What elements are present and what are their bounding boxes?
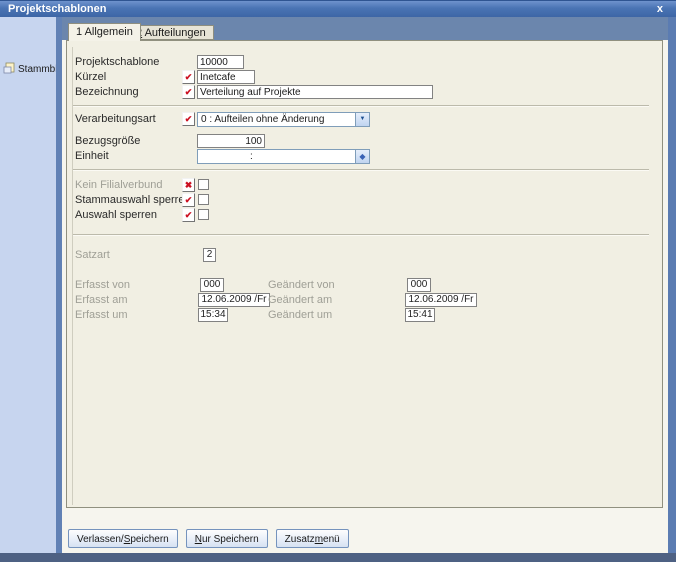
form-panel: Projektschablone Kürzel ✔ Bezeichnung ✔ … xyxy=(66,40,663,508)
bezugsgroesse-label: Bezugsgröße xyxy=(75,135,141,147)
kein-filialverbund-label: Kein Filialverbund xyxy=(75,179,163,191)
satzart-label: Satzart xyxy=(75,249,110,261)
edit-check-icon[interactable]: ✔ xyxy=(182,208,195,222)
kuerzel-label: Kürzel xyxy=(75,71,107,83)
close-icon[interactable]: x xyxy=(654,1,666,17)
geaendert-von-value-box: 000 xyxy=(407,278,431,292)
field-row-satzart: Satzart 2 xyxy=(67,248,662,263)
erfasst-um-label: Erfasst um xyxy=(75,309,128,321)
field-row-erfasst-um: Erfasst um 15:34 Geändert um 15:41 xyxy=(67,308,662,323)
erfasst-um-value-box: 15:34 xyxy=(198,308,228,322)
erfasst-am-label: Erfasst am xyxy=(75,294,128,306)
field-row-kein-filialverbund: Kein Filialverbund ✖ xyxy=(67,178,662,193)
projektschablone-input[interactable] xyxy=(197,55,244,69)
field-row-bezugsgroesse: Bezugsgröße xyxy=(67,134,662,149)
bezeichnung-label: Bezeichnung xyxy=(75,86,139,98)
field-row-erfasst-von: Erfasst von 000 Geändert von 000 xyxy=(67,278,662,293)
bezugsgroesse-input[interactable] xyxy=(197,134,265,148)
field-row-einheit: Einheit : ◆ xyxy=(67,149,662,164)
field-row-verarbeitungsart: Verarbeitungsart ✔ 0 : Aufteilen ohne Än… xyxy=(67,112,662,127)
einheit-value: : xyxy=(250,151,253,162)
einheit-lookup-field[interactable]: : ◆ xyxy=(197,149,370,164)
separator xyxy=(73,169,649,171)
tab-strip: 1 Allgemein 2 Aufteilungen xyxy=(62,17,668,41)
bezeichnung-input[interactable] xyxy=(197,85,433,99)
nur-speichern-button[interactable]: Nur Speichern xyxy=(185,529,268,548)
edit-check-icon[interactable]: ✔ xyxy=(182,112,195,126)
field-row-kuerzel: Kürzel ✔ xyxy=(67,70,662,85)
separator xyxy=(73,234,649,236)
geaendert-um-value-box: 15:41 xyxy=(405,308,435,322)
satzart-value-box: 2 xyxy=(203,248,216,262)
verarbeitungsart-label: Verarbeitungsart xyxy=(75,113,156,125)
edit-cross-icon[interactable]: ✖ xyxy=(182,178,195,192)
separator xyxy=(73,105,649,107)
sheet-icon xyxy=(3,62,15,77)
verarbeitungsart-value: 0 : Aufteilen ohne Änderung xyxy=(201,114,325,125)
sidebar: Stammblatt xyxy=(0,17,69,553)
kuerzel-input[interactable] xyxy=(197,70,255,84)
window-right-border xyxy=(668,17,676,553)
verlassen-speichern-button[interactable]: Verlassen/Speichern xyxy=(68,529,178,548)
einheit-label: Einheit xyxy=(75,150,109,162)
erfasst-von-value-box: 000 xyxy=(200,278,224,292)
field-row-erfasst-am: Erfasst am 12.06.2009 /Fr Geändert am 12… xyxy=(67,293,662,308)
edit-check-icon[interactable]: ✔ xyxy=(182,85,195,99)
geaendert-am-label: Geändert am xyxy=(268,294,333,306)
dropdown-button[interactable]: ▼ xyxy=(355,113,369,126)
lookup-button[interactable]: ◆ xyxy=(355,150,369,163)
projektschablone-label: Projektschablone xyxy=(75,56,160,68)
zusatzmenu-button[interactable]: Zusatzmenü xyxy=(275,529,349,548)
edit-check-icon[interactable]: ✔ xyxy=(182,193,195,207)
chevron-down-icon: ▼ xyxy=(359,116,366,122)
verarbeitungsart-dropdown[interactable]: 0 : Aufteilen ohne Änderung ▼ xyxy=(197,112,370,127)
stammauswahl-sperren-label: Stammauswahl sperren xyxy=(75,194,191,206)
lookup-diamond-icon: ◆ xyxy=(359,152,366,161)
stammauswahl-sperren-checkbox[interactable] xyxy=(198,194,209,205)
field-row-auswahl-sperren: Auswahl sperren ✔ xyxy=(67,208,662,223)
field-row-stammauswahl-sperren: Stammauswahl sperren ✔ xyxy=(67,193,662,208)
edit-check-icon[interactable]: ✔ xyxy=(182,70,195,84)
geaendert-von-label: Geändert von xyxy=(268,279,335,291)
projektschablonen-window: Projektschablonen x Stammblatt 1 Allgeme… xyxy=(0,0,676,562)
erfasst-am-value-box: 12.06.2009 /Fr xyxy=(198,293,270,307)
geaendert-am-value-box: 12.06.2009 /Fr xyxy=(405,293,477,307)
erfasst-von-label: Erfasst von xyxy=(75,279,131,291)
field-row-bezeichnung: Bezeichnung ✔ xyxy=(67,85,662,100)
window-title: Projektschablonen xyxy=(8,3,107,15)
kein-filialverbund-checkbox[interactable] xyxy=(198,179,209,190)
geaendert-um-label: Geändert um xyxy=(268,309,333,321)
auswahl-sperren-checkbox[interactable] xyxy=(198,209,209,220)
bottom-button-row: Verlassen/Speichern Nur Speichern Zusatz… xyxy=(68,529,349,548)
tab-allgemein[interactable]: 1 Allgemein xyxy=(68,23,141,41)
field-row-projektschablone: Projektschablone xyxy=(67,55,662,70)
window-bottom-border xyxy=(0,553,676,562)
title-bar: Projektschablonen x xyxy=(0,0,676,17)
auswahl-sperren-label: Auswahl sperren xyxy=(75,209,157,221)
